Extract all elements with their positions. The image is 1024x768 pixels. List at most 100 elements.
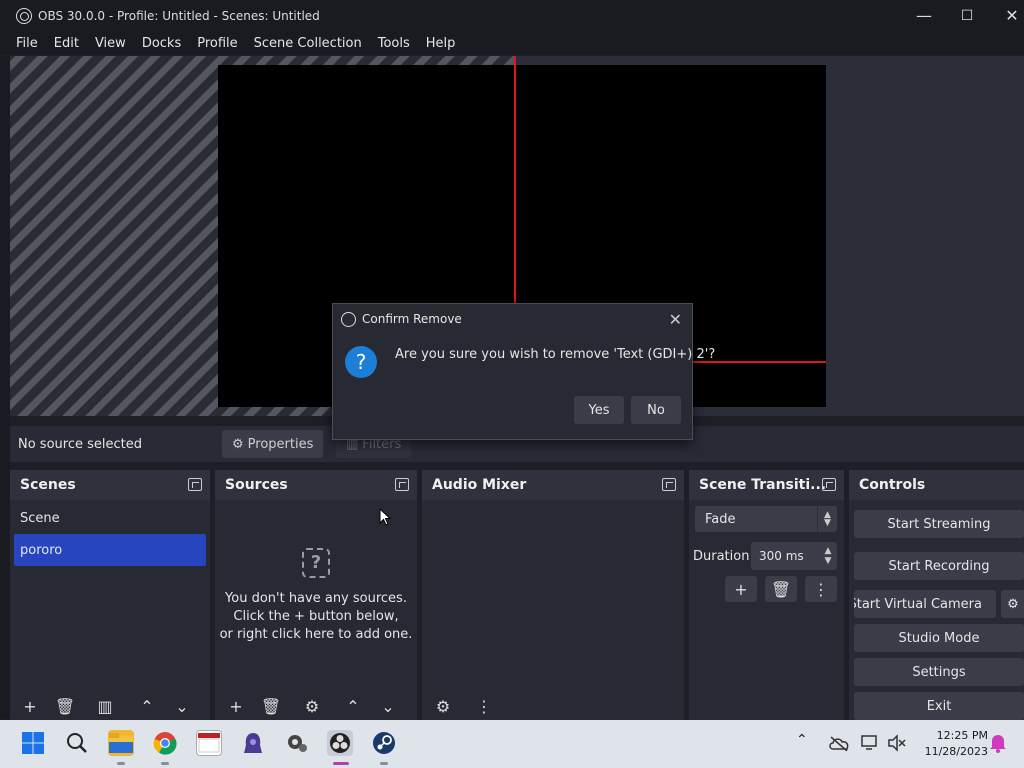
studio-mode-button[interactable]: Studio Mode — [854, 624, 1024, 652]
audio-mixer-header: Audio Mixer — [422, 470, 684, 500]
exit-button[interactable]: Exit — [854, 692, 1024, 720]
empty-line-2: Click the + button below, — [233, 609, 399, 624]
obs-taskbar-icon[interactable] — [327, 730, 353, 756]
advanced-audio-icon[interactable]: ⚙ — [428, 694, 458, 718]
duration-row: Duration 300 ms ▲ ▼ — [693, 542, 841, 570]
audio-mixer-title: Audio Mixer — [432, 477, 527, 493]
confirm-remove-dialog: Confirm Remove ✕ ? Are you sure you wish… — [332, 303, 715, 440]
minimize-button[interactable]: — — [902, 0, 946, 31]
preview-guide-vertical — [514, 56, 516, 304]
menu-edit[interactable]: Edit — [46, 36, 87, 51]
scene-item[interactable]: Scene — [10, 502, 210, 534]
clock[interactable]: 12:25 PM 11/28/2023 — [925, 728, 988, 760]
dialog-close-icon[interactable]: ✕ — [669, 310, 682, 329]
menu-help[interactable]: Help — [418, 36, 464, 51]
onedrive-offline-icon[interactable] — [826, 730, 852, 756]
remove-scene-icon[interactable]: 🗑 — [50, 694, 80, 718]
obs-logo-icon — [341, 311, 356, 327]
mouse-cursor-icon — [379, 508, 391, 526]
game-launcher-icon[interactable] — [240, 730, 266, 756]
start-virtual-camera-button[interactable]: Start Virtual Camera — [854, 590, 996, 618]
audio-menu-icon[interactable]: ⋮ — [469, 694, 499, 718]
scenes-footer: + 🗑 ▥ ⌃ ⌄ — [10, 692, 210, 720]
menu-file[interactable]: File — [8, 36, 46, 51]
left-edge — [0, 56, 10, 718]
no-button[interactable]: No — [631, 396, 681, 424]
question-placeholder-icon: ? — [302, 548, 330, 578]
windows-start-icon[interactable] — [20, 730, 46, 756]
clock-time: 12:25 PM — [936, 729, 988, 742]
remove-source-icon[interactable]: 🗑 — [256, 694, 286, 718]
remove-transition-icon[interactable]: 🗑 — [765, 576, 797, 602]
dialog-title: Confirm Remove — [362, 312, 462, 326]
menu-bar: File Edit View Docks Profile Scene Colle… — [0, 31, 1024, 55]
tray-chevron-up-icon[interactable]: ⌃ — [796, 732, 808, 748]
title-bar: OBS 30.0.0 - Profile: Untitled - Scenes:… — [0, 0, 1024, 31]
updown-chevron-icon: ▲ ▼ — [817, 506, 837, 532]
start-streaming-button[interactable]: Start Streaming — [854, 510, 1024, 538]
yes-button[interactable]: Yes — [574, 396, 624, 424]
notification-bell-icon[interactable] — [985, 730, 1011, 756]
menu-scene-collection[interactable]: Scene Collection — [246, 36, 370, 51]
controls-title: Controls — [859, 477, 926, 493]
menu-docks[interactable]: Docks — [134, 36, 189, 51]
spin-arrows-icon[interactable]: ▲ ▼ — [819, 542, 837, 570]
empty-line-1: You don't have any sources. — [225, 591, 407, 606]
source-properties-icon[interactable]: ⚙ — [297, 694, 327, 718]
window-title: OBS 30.0.0 - Profile: Untitled - Scenes:… — [38, 8, 320, 23]
menu-view[interactable]: View — [87, 36, 134, 51]
running-indicator — [161, 762, 169, 765]
menu-tools[interactable]: Tools — [370, 36, 418, 51]
dialog-message: Are you sure you wish to remove 'Text (G… — [395, 347, 716, 362]
chrome-icon[interactable] — [152, 730, 178, 756]
add-scene-icon[interactable]: + — [15, 694, 45, 718]
scene-item-selected[interactable]: pororo — [14, 534, 206, 566]
duration-spinbox[interactable]: 300 ms ▲ ▼ — [751, 542, 837, 570]
source-status: No source selected — [18, 436, 142, 452]
transition-menu-icon[interactable]: ⋮ — [805, 576, 837, 602]
clock-date: 11/28/2023 — [924, 745, 988, 758]
maximize-button[interactable]: ☐ — [945, 0, 989, 31]
properties-button[interactable]: ⚙ Properties — [222, 430, 324, 458]
steam-icon[interactable] — [371, 730, 397, 756]
start-recording-button[interactable]: Start Recording — [854, 552, 1024, 580]
audio-mixer-dock: Audio Mixer ⚙ ⋮ — [422, 470, 684, 720]
undock-icon[interactable] — [662, 478, 676, 491]
transitions-dock: Scene Transiti... Fade ▲ ▼ Duration 300 m… — [689, 470, 844, 720]
network-icon[interactable] — [858, 730, 884, 756]
scenes-dock: Scenes Scene pororo + 🗑 ▥ ⌃ ⌄ — [10, 470, 210, 720]
sources-title: Sources — [225, 477, 288, 493]
transition-select[interactable]: Fade ▲ ▼ — [695, 506, 837, 532]
transitions-header: Scene Transiti... — [689, 470, 844, 500]
add-transition-icon[interactable]: + — [725, 576, 757, 602]
search-icon[interactable] — [64, 730, 90, 756]
move-up-icon[interactable]: ⌃ — [338, 694, 368, 718]
add-source-icon[interactable]: + — [221, 694, 251, 718]
scenes-title: Scenes — [20, 477, 76, 493]
duration-label: Duration — [693, 548, 750, 564]
gear-icon: ⚙ — [232, 436, 244, 452]
running-indicator — [117, 762, 125, 765]
move-down-icon[interactable]: ⌄ — [373, 694, 403, 718]
app-window-icon[interactable] — [196, 730, 222, 756]
sources-footer: + 🗑 ⚙ ⌃ ⌄ — [215, 692, 417, 720]
empty-sources-hint: ? You don't have any sources. Click the … — [215, 548, 417, 644]
undock-icon[interactable] — [822, 478, 836, 491]
audio-mixer-footer: ⚙ ⋮ — [422, 692, 684, 720]
settings-button[interactable]: Settings — [854, 658, 1024, 686]
properties-label: Properties — [247, 436, 314, 452]
undock-icon[interactable] — [188, 478, 202, 491]
volume-muted-icon[interactable] — [884, 730, 910, 756]
undock-icon[interactable] — [395, 478, 409, 491]
scene-filters-icon[interactable]: ▥ — [90, 694, 120, 718]
transition-selected: Fade — [705, 511, 736, 527]
move-up-icon[interactable]: ⌃ — [132, 694, 162, 718]
file-explorer-icon[interactable] — [108, 730, 134, 756]
menu-profile[interactable]: Profile — [189, 36, 245, 51]
settings-gear-app-icon[interactable] — [284, 730, 310, 756]
move-down-icon[interactable]: ⌄ — [167, 694, 197, 718]
question-icon: ? — [345, 346, 377, 378]
virtual-camera-settings-icon[interactable]: ⚙ — [1001, 590, 1024, 618]
close-button[interactable]: ✕ — [990, 0, 1024, 31]
obs-logo-icon — [16, 7, 32, 24]
